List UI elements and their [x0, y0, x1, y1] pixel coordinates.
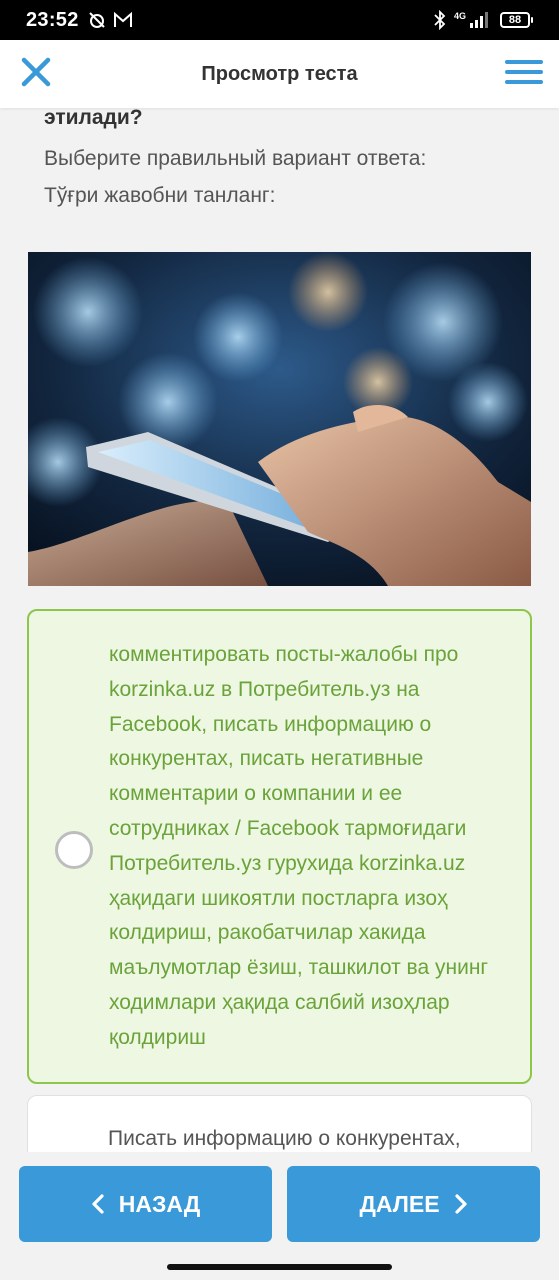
- chevron-right-icon: [454, 1194, 467, 1214]
- test-preview-screen: 23:52 4G 88 Просмотр теста этилади? Выбе…: [0, 0, 559, 1280]
- next-button-label: ДАЛЕЕ: [359, 1190, 440, 1217]
- app-header: Просмотр теста: [0, 40, 559, 108]
- status-bar: 23:52 4G 88: [0, 0, 559, 40]
- answer-option-text: комментировать посты-жалобы про korzinka…: [109, 643, 489, 1049]
- close-icon: [21, 57, 51, 87]
- instruction-ru: Выберите правильный вариант ответа:: [44, 147, 427, 170]
- signal-icon: 4G: [454, 11, 488, 28]
- question-image: [28, 252, 531, 586]
- question-text: этилади?: [44, 106, 143, 129]
- network-type-label: 4G: [454, 11, 466, 21]
- home-indicator[interactable]: [167, 1264, 392, 1270]
- alarm-off-icon: [88, 12, 105, 28]
- battery-icon: 88: [500, 12, 533, 28]
- next-button[interactable]: ДАЛЕЕ: [287, 1166, 540, 1242]
- instruction-uz: Тўғри жавобни танланг:: [44, 184, 276, 207]
- back-button[interactable]: НАЗАД: [19, 1166, 272, 1242]
- radio-button[interactable]: [55, 831, 93, 869]
- status-time: 23:52: [26, 8, 79, 31]
- battery-level: 88: [500, 12, 530, 28]
- hamburger-menu-icon: [505, 60, 543, 64]
- menu-button[interactable]: [505, 54, 543, 90]
- chevron-left-icon: [92, 1194, 104, 1214]
- bluetooth-icon: [434, 10, 446, 30]
- answer-option-1[interactable]: комментировать посты-жалобы про korzinka…: [27, 609, 532, 1084]
- back-button-label: НАЗАД: [118, 1190, 201, 1217]
- close-button[interactable]: [18, 54, 54, 90]
- bottom-navigation: НАЗАД ДАЛЕЕ: [0, 1152, 559, 1280]
- gmail-icon: [113, 12, 132, 27]
- page-title: Просмотр теста: [201, 62, 358, 85]
